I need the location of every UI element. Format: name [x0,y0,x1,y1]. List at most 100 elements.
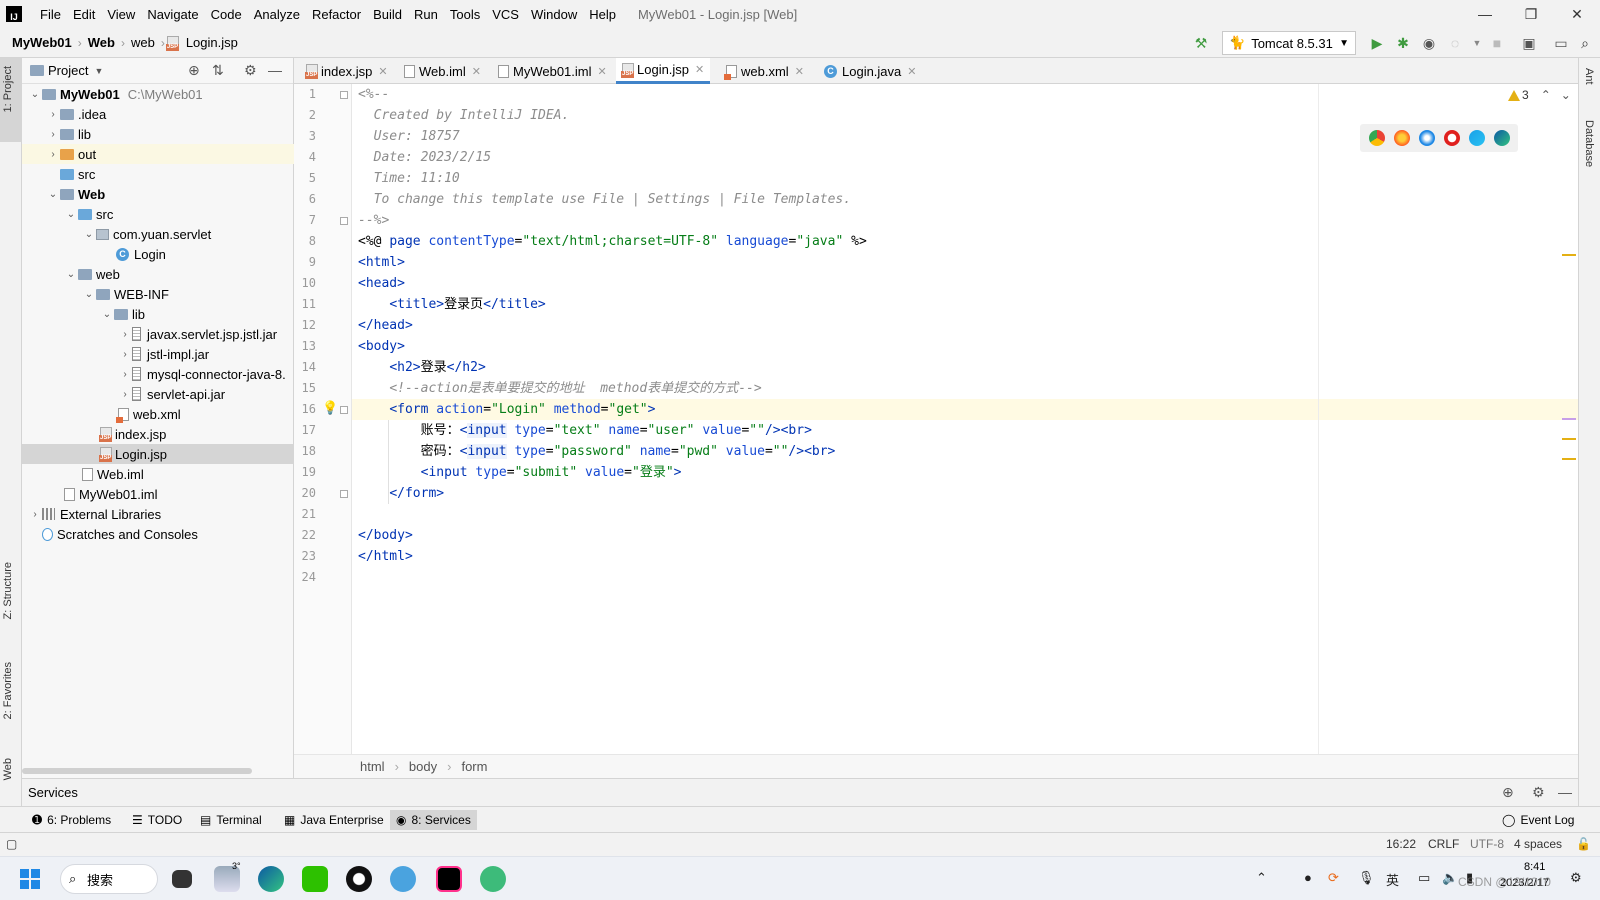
settings-app-icon[interactable] [390,866,416,892]
search-icon[interactable]: ⌕ [1576,34,1594,52]
run-configuration-select[interactable]: 🐈 Tomcat 8.5.31 ▼ [1222,31,1356,55]
fold-marker-icon[interactable] [340,217,348,225]
breadcrumb-form[interactable]: form [461,759,487,774]
windows-start-icon[interactable] [20,869,40,889]
menu-run[interactable]: Run [408,7,444,22]
qq-tray-icon[interactable]: ● [1304,870,1312,885]
clock-time[interactable]: 8:41 [1524,861,1545,873]
firefox-icon[interactable] [1393,130,1410,146]
tree-item-jar-jstl[interactable]: › javax.servlet.jsp.jstl.jar [22,324,294,344]
chevron-down-icon[interactable]: ⌄ [82,289,96,300]
menu-code[interactable]: Code [205,7,248,22]
gear-icon[interactable]: ⚙ [1532,784,1545,801]
internet-explorer-icon[interactable] [1468,130,1485,146]
volume-icon[interactable]: 🔈 [1442,870,1458,886]
chevron-down-icon[interactable]: ⌄ [100,309,114,320]
stop-icon[interactable]: ■ [1488,34,1506,52]
tab-login-jsp[interactable]: Login.jsp ✕ [616,58,711,84]
breadcrumb-html[interactable]: html [360,759,385,774]
tree-item-lib[interactable]: › lib [22,124,294,144]
chevron-up-icon[interactable]: ⌃ [1256,870,1267,886]
chevron-down-icon[interactable]: ⌄ [64,209,78,220]
tree-item-web-inf[interactable]: ⌄ WEB-INF [22,284,294,304]
tab-event-log[interactable]: ◯ Event Log [1496,810,1580,830]
close-icon[interactable]: ✕ [598,65,607,78]
tree-item-index-jsp[interactable]: index.jsp [22,424,294,444]
ant-tool-tab[interactable]: Ant [1583,68,1595,85]
tree-item-myweb01[interactable]: ⌄ MyWeb01 C:\MyWeb01 [22,84,294,104]
tree-item-myweb01-iml[interactable]: MyWeb01.iml [22,484,294,504]
tree-item-scratches[interactable]: Scratches and Consoles [22,524,294,544]
close-icon[interactable]: ✕ [472,65,481,78]
tree-item-web-xml[interactable]: web.xml [22,404,294,424]
structure-tool-tab[interactable]: Z: Structure [2,562,14,619]
menu-edit[interactable]: Edit [67,7,101,22]
chevron-right-icon[interactable]: › [46,149,60,160]
chevron-right-icon[interactable]: › [46,109,60,120]
database-tool-tab[interactable]: Database [1583,120,1595,167]
favorites-tool-tab[interactable]: 2: Favorites [2,662,14,719]
fold-marker-icon[interactable] [340,406,348,414]
tab-problems[interactable]: ➊ 6: Problems [26,810,117,830]
chevron-right-icon[interactable]: › [118,389,132,400]
ime-indicator[interactable]: 英 [1386,870,1399,889]
edge-icon[interactable] [258,866,284,892]
file-encoding[interactable]: UTF-8 [1470,837,1504,851]
microphone-icon[interactable]: 🎙 [1358,870,1375,886]
chevron-up-icon[interactable]: ⌃ [1541,88,1551,102]
error-stripe-marker[interactable] [1562,254,1576,256]
error-stripe-marker[interactable] [1562,458,1576,460]
tab-todo[interactable]: ☰ TODO [126,810,188,830]
tree-item-web-inf-lib[interactable]: ⌄ lib [22,304,294,324]
menu-navigate[interactable]: Navigate [141,7,204,22]
app-icon[interactable] [480,866,506,892]
tab-login-java[interactable]: C Login.java ✕ [818,58,923,84]
chevron-right-icon[interactable]: › [118,329,132,340]
tree-item-jar-servlet[interactable]: › servlet-api.jar [22,384,294,404]
fold-marker-icon[interactable] [340,91,348,99]
chevron-right-icon[interactable]: › [118,349,132,360]
nav-crumb-file[interactable]: Login.jsp [182,35,242,50]
debug-icon[interactable]: ✱ [1394,34,1412,52]
error-stripe-marker[interactable] [1562,418,1576,420]
close-icon[interactable]: ✕ [795,65,804,78]
wechat-icon[interactable] [302,866,328,892]
caret-position[interactable]: 16:22 [1386,837,1416,851]
menu-file[interactable]: File [34,7,67,22]
web-tool-tab[interactable]: Web [2,758,14,780]
hide-panel-icon[interactable]: — [1558,784,1572,800]
menu-window[interactable]: Window [525,7,583,22]
tree-item-jar-mysql[interactable]: › mysql-connector-java-8. [22,364,294,384]
menu-analyze[interactable]: Analyze [248,7,306,22]
tree-item-jar-jstl-impl[interactable]: › jstl-impl.jar [22,344,294,364]
menu-vcs[interactable]: VCS [486,7,525,22]
chevron-right-icon[interactable]: › [28,509,42,520]
nav-crumb-folder[interactable]: web [127,35,159,50]
opera-icon[interactable] [1443,130,1460,146]
safari-icon[interactable] [1418,130,1435,146]
build-hammer-icon[interactable]: ⚒ [1192,34,1210,52]
nav-crumb-module[interactable]: Web [84,35,119,50]
menu-view[interactable]: View [101,7,141,22]
tab-services[interactable]: ◉ 8: Services [390,810,477,830]
presentation-icon[interactable]: ▭ [1552,34,1570,52]
tree-item-login-class[interactable]: C Login [22,244,294,264]
services-title[interactable]: Services [28,785,78,800]
taskbar-search[interactable]: ⌕ 搜索 [60,864,158,894]
notification-icon[interactable]: ⚙ [1570,870,1582,886]
collapse-all-icon[interactable]: ⇅ [212,62,224,79]
chevron-right-icon[interactable]: › [46,129,60,140]
menu-refactor[interactable]: Refactor [306,7,367,22]
close-icon[interactable]: ✕ [378,65,387,78]
tree-item-package[interactable]: ⌄ com.yuan.servlet [22,224,294,244]
tree-item-web-src[interactable]: ⌄ src [22,204,294,224]
project-structure-icon[interactable]: ▣ [1520,34,1538,52]
project-panel-title[interactable]: Project [48,63,88,78]
tree-item-external-libraries[interactable]: › External Libraries [22,504,294,524]
close-button[interactable]: ✕ [1554,0,1600,28]
minimize-button[interactable]: — [1462,0,1508,28]
breadcrumb-body[interactable]: body [409,759,437,774]
intellij-taskbar-icon[interactable] [436,866,462,892]
gear-icon[interactable]: ⚙ [244,62,257,79]
edge-icon[interactable] [1493,130,1510,146]
